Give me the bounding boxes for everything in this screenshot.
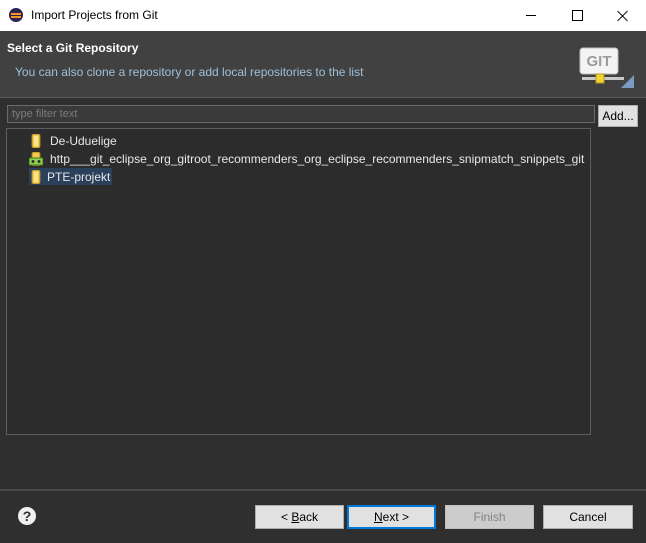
list-item[interactable]: http___git_eclipse_org_gitroot_recommend… xyxy=(29,150,586,167)
title-bar[interactable]: Import Projects from Git xyxy=(0,0,646,31)
next-mnemonic: N xyxy=(373,510,383,524)
page-description: You can also clone a repository or add l… xyxy=(15,65,364,79)
import-dialog: Import Projects from Git Select a Git Re… xyxy=(0,0,646,543)
list-item[interactable]: De-Uduelige xyxy=(29,132,119,149)
back-button[interactable]: < Back xyxy=(255,505,344,529)
next-button[interactable]: Next > xyxy=(347,505,436,529)
header-divider xyxy=(0,97,646,98)
repository-label: De-Uduelige xyxy=(50,133,117,148)
cancel-button[interactable]: Cancel xyxy=(543,505,633,529)
footer-divider xyxy=(0,489,646,491)
remote-repository-icon xyxy=(29,151,43,166)
maximize-button[interactable] xyxy=(554,0,600,31)
add-button[interactable]: Add... xyxy=(598,105,638,127)
help-icon[interactable]: ? xyxy=(18,507,36,525)
repository-icon xyxy=(31,169,41,184)
filter-input[interactable] xyxy=(7,105,595,123)
window-title: Import Projects from Git xyxy=(31,8,158,22)
repository-label: http___git_eclipse_org_gitroot_recommend… xyxy=(50,151,585,166)
list-item[interactable]: PTE-projekt xyxy=(29,168,113,185)
wizard-header: Select a Git Repository You can also clo… xyxy=(0,31,646,97)
close-icon xyxy=(617,10,629,22)
git-banner-icon: GIT xyxy=(579,47,634,88)
eclipse-icon xyxy=(9,8,23,22)
next-label: ext > xyxy=(382,510,410,524)
repository-label: PTE-projekt xyxy=(47,169,111,184)
git-banner-text: GIT xyxy=(587,53,612,70)
finish-button[interactable]: Finish xyxy=(445,505,534,529)
maximize-icon xyxy=(571,10,583,21)
repository-icon xyxy=(31,133,41,148)
back-label: ack xyxy=(299,510,319,524)
repository-list[interactable]: De-Uduelige http___git_eclipse_org_gitro… xyxy=(6,128,591,435)
minimize-icon xyxy=(526,15,536,16)
page-title: Select a Git Repository xyxy=(7,41,139,55)
back-prefix: < xyxy=(280,510,292,524)
close-button[interactable] xyxy=(600,0,646,31)
minimize-button[interactable] xyxy=(508,0,554,31)
